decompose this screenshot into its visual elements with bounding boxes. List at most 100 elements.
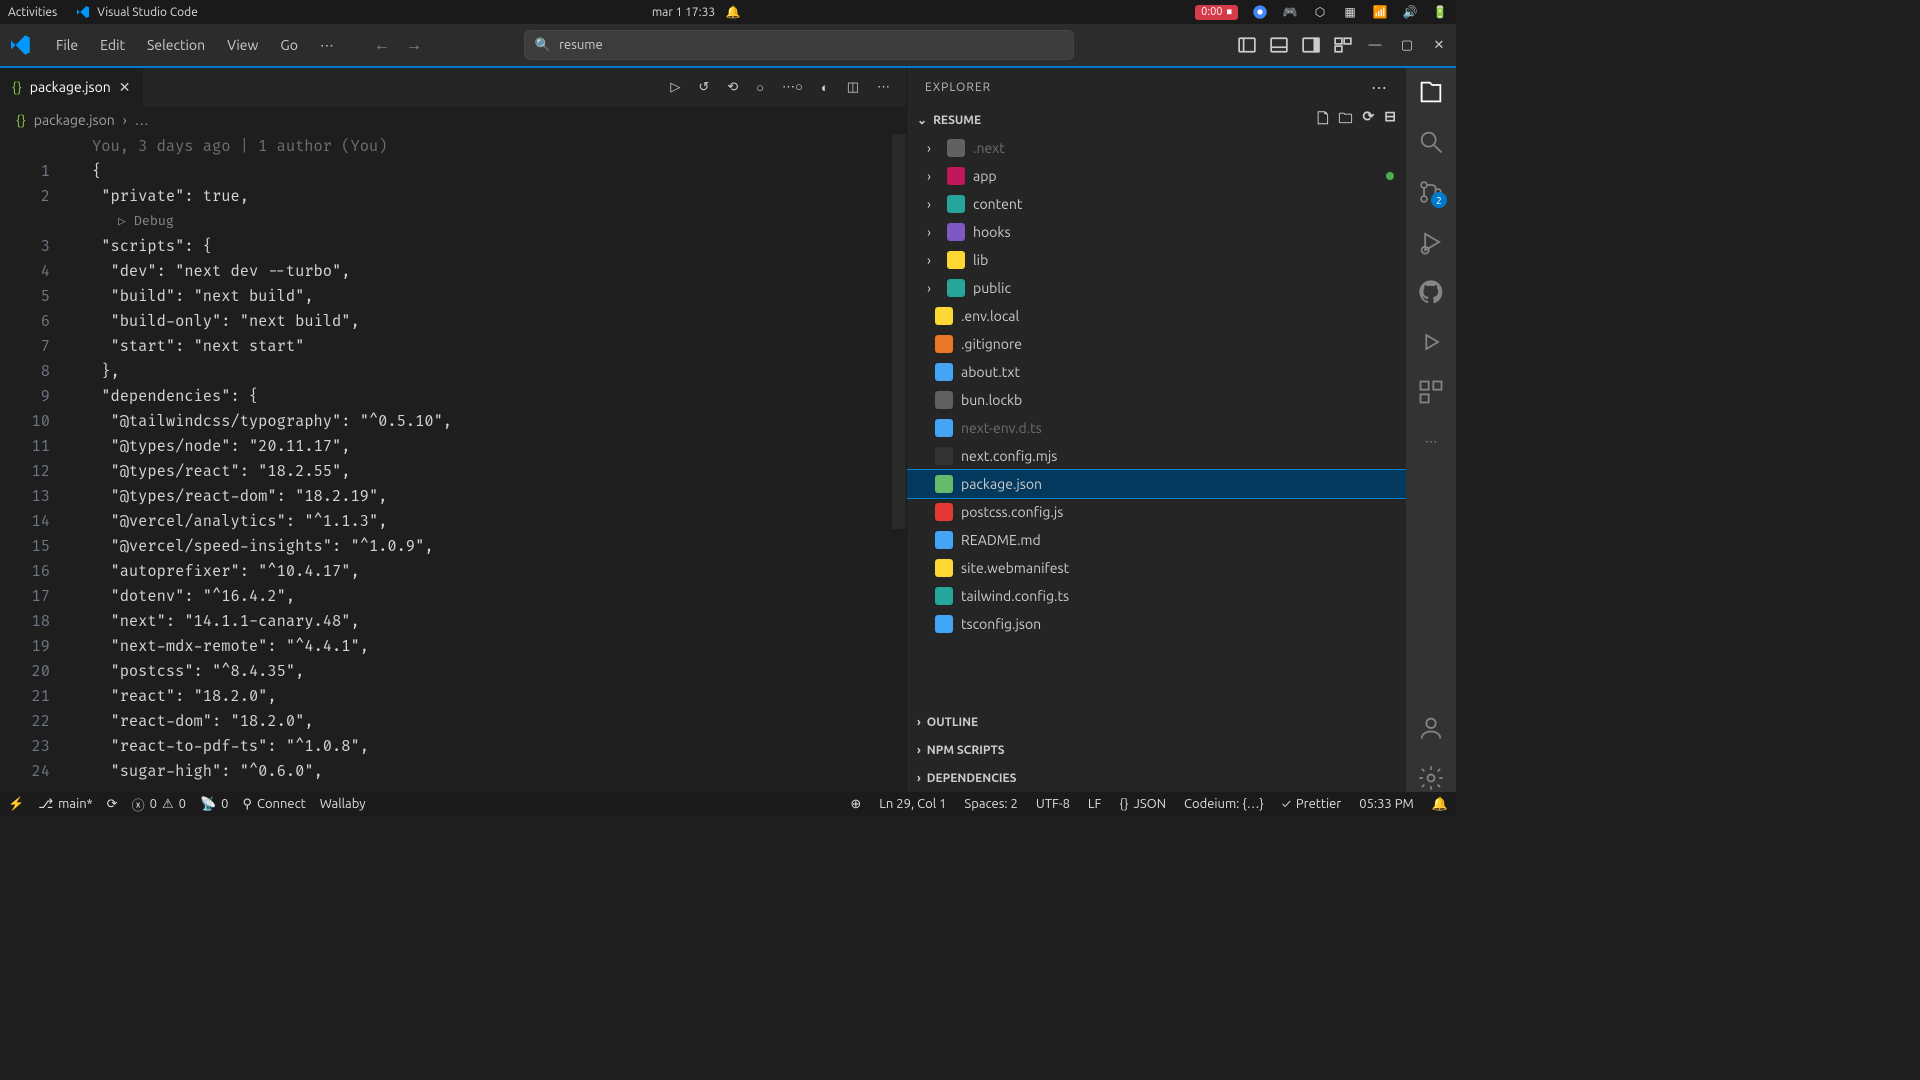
debug-code-lens[interactable]: ▷ Debug [70, 209, 906, 234]
ports[interactable]: 📡 0 [200, 797, 229, 812]
explorer-more-icon[interactable]: ⋯ [1371, 78, 1388, 97]
extensions-activity-icon[interactable] [1417, 378, 1445, 406]
git-branch[interactable]: ⎇ main* [38, 797, 92, 812]
folder-app[interactable]: ›app [907, 162, 1406, 190]
timeline-icon[interactable]: ⟲ [727, 80, 738, 95]
code-editor[interactable]: 123456789101112131415161718192021222324 … [0, 134, 906, 792]
file-tailwind-config-ts[interactable]: tailwind.config.ts [907, 582, 1406, 610]
file-tsconfig-json[interactable]: tsconfig.json [907, 610, 1406, 638]
command-center[interactable]: 🔍 resume [524, 30, 1074, 60]
history-icon[interactable]: ↺ [698, 80, 709, 95]
run-icon[interactable]: ▷ [670, 80, 680, 95]
window-minimize-icon[interactable]: — [1366, 36, 1384, 54]
new-file-icon[interactable]: 🗋 [1317, 108, 1328, 132]
file-postcss-config-js[interactable]: postcss.config.js [907, 498, 1406, 526]
file-bun-lockb[interactable]: bun.lockb [907, 386, 1406, 414]
codeium-status[interactable]: Codeium: {…} [1184, 797, 1264, 812]
menu-file[interactable]: File [46, 31, 88, 60]
tab-close-icon[interactable]: ✕ [119, 79, 131, 96]
screen-recorder[interactable]: 0:00⏹ [1195, 5, 1238, 20]
settings-activity-icon[interactable] [1417, 764, 1445, 792]
menu-edit[interactable]: Edit [90, 31, 135, 60]
menu-more-icon[interactable]: ⋯ [310, 31, 344, 60]
menu-selection[interactable]: Selection [137, 31, 215, 60]
diff-icon[interactable]: ◐ [821, 80, 829, 95]
file--gitignore[interactable]: .gitignore [907, 330, 1406, 358]
vscode-icon [75, 4, 91, 20]
menu-view[interactable]: View [217, 31, 268, 60]
file-site-webmanifest[interactable]: site.webmanifest [907, 554, 1406, 582]
layout-customize-icon[interactable] [1334, 36, 1352, 54]
tab-package-json[interactable]: {} package.json ✕ [0, 68, 144, 106]
file-package-json[interactable]: package.json [907, 470, 1406, 498]
refresh-icon[interactable]: ⟳ [1363, 108, 1375, 132]
eol[interactable]: LF [1088, 797, 1101, 812]
layout-sidebar-left-icon[interactable] [1238, 36, 1256, 54]
code-content[interactable]: You, 3 days ago | 1 author (You){ "priva… [70, 134, 906, 792]
dependencies-section[interactable]: › DEPENDENCIES [907, 764, 1406, 792]
outline-section[interactable]: › OUTLINE [907, 708, 1406, 736]
more-icon[interactable]: ⋯○ [782, 79, 803, 95]
editor-scrollbar[interactable] [892, 134, 906, 529]
volume-icon[interactable]: 🔊 [1402, 4, 1418, 20]
folder-content[interactable]: ›content [907, 190, 1406, 218]
problems-errors[interactable]: ⓧ 0 ⚠ 0 [132, 795, 186, 814]
nav-back-icon[interactable]: ← [374, 36, 390, 55]
chrome-tray-icon[interactable] [1252, 4, 1268, 20]
accounts-activity-icon[interactable] [1417, 714, 1445, 742]
nav-forward-icon[interactable]: → [406, 36, 422, 55]
file-next-config-mjs[interactable]: next.config.mjs [907, 442, 1406, 470]
notification-bell-icon[interactable]: 🔔 [725, 4, 741, 20]
layout-panel-icon[interactable] [1270, 36, 1288, 54]
folder-lib[interactable]: ›lib [907, 246, 1406, 274]
folder-hooks[interactable]: ›hooks [907, 218, 1406, 246]
encoding[interactable]: UTF-8 [1036, 797, 1070, 812]
notifications-icon[interactable]: 🔔 [1432, 797, 1448, 812]
window-close-icon[interactable]: ✕ [1430, 36, 1448, 54]
activities-button[interactable]: Activities [8, 6, 57, 19]
split-editor-icon[interactable]: ◫ [847, 80, 859, 95]
indentation[interactable]: Spaces: 2 [964, 797, 1017, 812]
file-about-txt[interactable]: about.txt [907, 358, 1406, 386]
tray-icon-1[interactable]: ⬡ [1312, 4, 1328, 20]
run-debug-activity-icon[interactable] [1417, 228, 1445, 256]
explorer-activity-icon[interactable] [1417, 78, 1445, 106]
window-maximize-icon[interactable]: ▢ [1398, 36, 1416, 54]
project-section-header[interactable]: ⌄ RESUME 🗋 🗀 ⟳ ⊟ [907, 106, 1406, 134]
tree-item-label: next.config.mjs [961, 448, 1057, 464]
tree-item-label: content [973, 196, 1022, 212]
npm-scripts-section[interactable]: › NPM SCRIPTS [907, 736, 1406, 764]
menu-go[interactable]: Go [270, 31, 307, 60]
file--env-local[interactable]: .env.local [907, 302, 1406, 330]
tray-icon-2[interactable]: ▦ [1342, 4, 1358, 20]
new-folder-icon[interactable]: 🗀 [1339, 108, 1353, 132]
remote-indicator[interactable]: ⚡ [8, 797, 24, 812]
collapse-all-icon[interactable]: ⊟ [1384, 108, 1396, 132]
cursor-position[interactable]: Ln 29, Col 1 [879, 797, 946, 812]
system-clock[interactable]: mar 1 17:33 [652, 6, 715, 19]
search-activity-icon[interactable] [1417, 128, 1445, 156]
folder-public[interactable]: ›public [907, 274, 1406, 302]
language-mode[interactable]: {} JSON [1119, 797, 1166, 812]
source-control-activity-icon[interactable]: 2 [1417, 178, 1445, 206]
discord-tray-icon[interactable]: 🎮 [1282, 4, 1298, 20]
tree-item-label: site.webmanifest [961, 560, 1069, 576]
extra-activity-icon[interactable]: ⋯ [1417, 428, 1445, 456]
prettier-status[interactable]: ✓ Prettier [1282, 797, 1341, 812]
layout-sidebar-right-icon[interactable] [1302, 36, 1320, 54]
file-readme-md[interactable]: README.md [907, 526, 1406, 554]
wallaby-status[interactable]: Wallaby [320, 797, 366, 811]
github-activity-icon[interactable] [1417, 278, 1445, 306]
folder--next[interactable]: ›.next [907, 134, 1406, 162]
battery-icon[interactable]: 🔋 [1432, 4, 1448, 20]
compare-icon[interactable]: ○ [756, 80, 764, 95]
zoom-icon[interactable]: ⊕ [850, 797, 861, 812]
app-indicator[interactable]: Visual Studio Code [75, 4, 198, 20]
editor-more-icon[interactable]: ⋯ [877, 80, 890, 95]
remote-activity-icon[interactable] [1417, 328, 1445, 356]
wifi-icon[interactable]: 📶 [1372, 4, 1388, 20]
file-next-env-d-ts[interactable]: next-env.d.ts [907, 414, 1406, 442]
breadcrumb[interactable]: {} package.json › … [0, 106, 906, 134]
sync-icon[interactable]: ⟳ [107, 797, 118, 812]
connect-button[interactable]: ⚲ Connect [242, 797, 305, 812]
